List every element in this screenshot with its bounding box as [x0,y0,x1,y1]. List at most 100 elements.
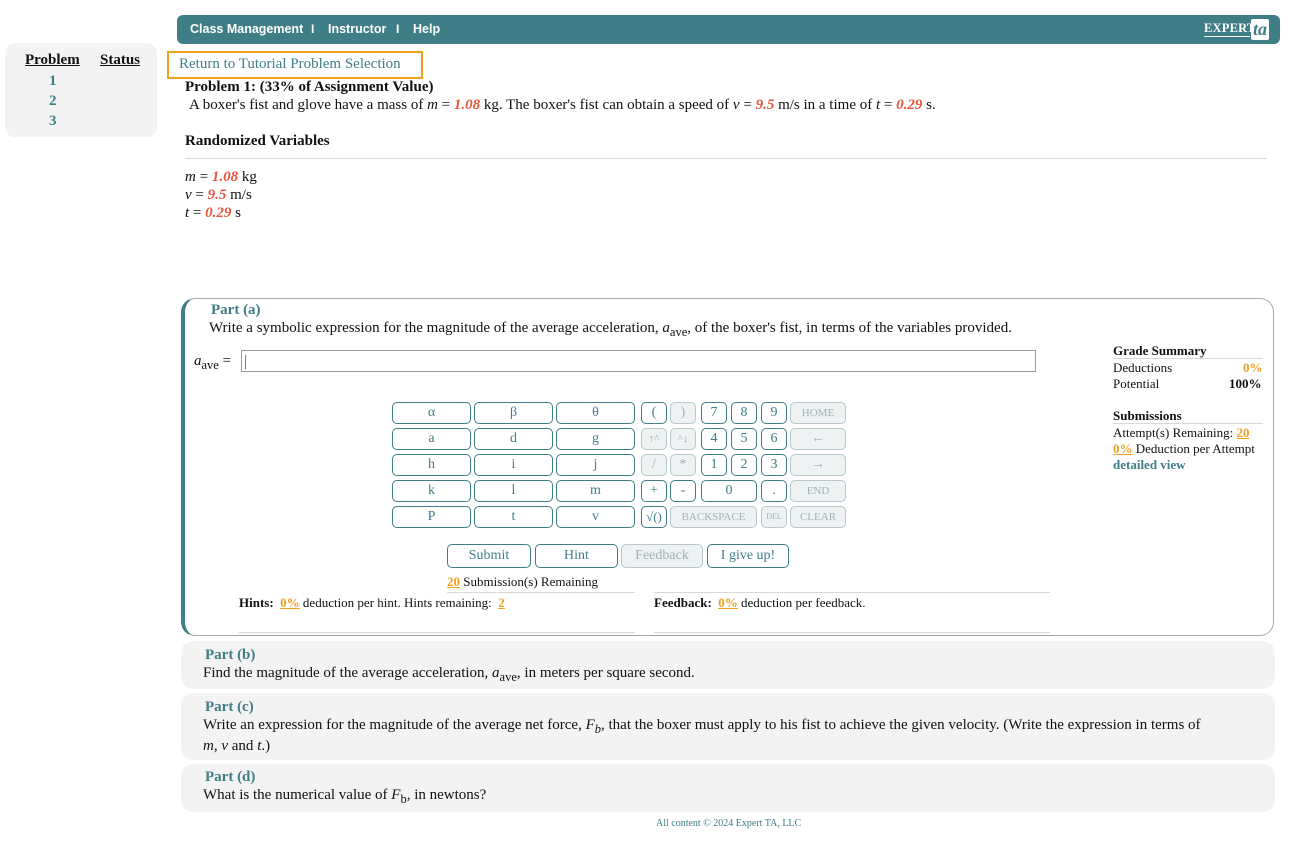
return-to-tutorial-link[interactable]: Return to Tutorial Problem Selection [179,56,401,73]
key-9[interactable]: 9 [761,402,787,424]
part-b-question: Find the magnitude of the average accele… [203,665,695,684]
key-plus[interactable]: + [641,480,667,502]
key-5[interactable]: 5 [731,428,757,450]
key-0[interactable]: 0 [701,480,757,502]
key-a[interactable]: a [392,428,471,450]
feedback-info: Feedback: 0% deduction per feedback. [654,595,866,610]
top-nav-bar: Class Management I Instructor I Help EXP… [177,15,1280,44]
key-clear[interactable]: CLEAR [790,506,846,528]
answer-label: aave = [194,353,232,372]
divider [1113,358,1263,359]
key-decimal[interactable]: . [761,480,787,502]
problem-link-1[interactable]: 1 [49,73,57,90]
deductions-label: Deductions [1113,360,1173,375]
hint-button[interactable]: Hint [535,544,618,568]
key-theta[interactable]: θ [556,402,635,424]
key-m[interactable]: m [556,480,635,502]
key-4[interactable]: 4 [701,428,727,450]
key-2[interactable]: 2 [731,454,757,476]
key-del[interactable]: DEL [761,506,787,528]
nav-separator: I [396,22,400,36]
deduction-per-attempt: 0% Deduction per Attempt [1113,441,1255,456]
potential-value: 100% [1229,376,1262,391]
divider [239,632,635,633]
key-beta[interactable]: β [474,402,553,424]
problem-link-3[interactable]: 3 [49,113,57,130]
part-d-title[interactable]: Part (d) [205,769,255,786]
divider [185,158,1267,159]
key-superscript-up[interactable]: ↑^ [641,428,667,450]
key-home[interactable]: HOME [790,402,846,424]
part-a-question: Write a symbolic expression for the magn… [209,320,1012,339]
key-7[interactable]: 7 [701,402,727,424]
key-6[interactable]: 6 [761,428,787,450]
potential-label: Potential [1113,376,1160,391]
divider [447,592,635,593]
problem-statement: A boxer's fist and glove have a mass of … [189,97,936,113]
key-l[interactable]: l [474,480,553,502]
part-a-title: Part (a) [211,302,261,318]
key-k[interactable]: k [392,480,471,502]
feedback-button[interactable]: Feedback [621,544,703,568]
key-multiply[interactable]: * [670,454,696,476]
key-end[interactable]: END [790,480,846,502]
key-8[interactable]: 8 [731,402,757,424]
problem-list-panel: Problem Status 1 2 3 [5,43,157,137]
key-t[interactable]: t [474,506,553,528]
key-i[interactable]: i [474,454,553,476]
key-paren-close[interactable]: ) [670,402,696,424]
key-g[interactable]: g [556,428,635,450]
key-j[interactable]: j [556,454,635,476]
key-paren-open[interactable]: ( [641,402,667,424]
part-c-question-line2: m, v and t.) [203,738,271,754]
submissions-heading: Submissions [1113,408,1182,423]
key-P[interactable]: P [392,506,471,528]
nav-class-management[interactable]: Class Management [190,22,303,36]
status-column-header: Status [100,52,141,68]
key-alpha[interactable]: α [392,402,471,424]
part-c-question: Write an expression for the magnitude of… [203,717,1201,736]
part-b-title[interactable]: Part (b) [205,647,255,664]
return-link-box[interactable]: Return to Tutorial Problem Selection [167,51,423,79]
nav-separator: I [311,22,315,36]
divider [654,592,1050,593]
key-v[interactable]: v [556,506,635,528]
part-c-title[interactable]: Part (c) [205,699,254,716]
part-d-question: What is the numerical value of Fb, in ne… [203,787,487,806]
key-minus[interactable]: - [670,480,696,502]
problem-link-2[interactable]: 2 [49,93,57,110]
grade-summary-heading: Grade Summary [1113,343,1207,358]
problem-column-header: Problem [25,52,80,68]
submissions-remaining: 20 Submission(s) Remaining [447,574,598,589]
key-1[interactable]: 1 [701,454,727,476]
key-right-arrow-icon[interactable]: → [790,454,846,476]
footer-copyright: All content © 2024 Expert TA, LLC [656,818,802,829]
randomized-var-t: t = 0.29 s [185,205,241,221]
key-divide[interactable]: / [641,454,667,476]
nav-help[interactable]: Help [413,22,440,36]
deductions-value: 0% [1243,360,1263,375]
attempts-remaining: Attempt(s) Remaining: 20 [1113,425,1250,440]
key-sqrt[interactable]: √() [641,506,667,528]
answer-input[interactable] [241,350,1036,372]
nav-instructor[interactable]: Instructor [328,22,386,36]
key-d[interactable]: d [474,428,553,450]
randomized-var-m: m = 1.08 kg [185,169,257,185]
divider [654,632,1050,633]
problem-title: Problem 1: (33% of Assignment Value) [185,79,434,95]
randomized-variables-heading: Randomized Variables [185,133,330,149]
part-a-panel [181,298,1274,636]
give-up-button[interactable]: I give up! [707,544,789,568]
ta-logo-mark: ta [1251,19,1269,40]
key-subscript-down[interactable]: ^↓ [670,428,696,450]
detailed-view-link[interactable]: detailed view [1113,457,1186,473]
key-3[interactable]: 3 [761,454,787,476]
randomized-var-v: v = 9.5 m/s [185,187,252,203]
divider [1113,423,1263,424]
submit-button[interactable]: Submit [447,544,531,568]
key-left-arrow-icon[interactable]: ← [790,428,846,450]
text-caret [245,355,246,369]
key-backspace[interactable]: BACKSPACE [670,506,757,528]
key-h[interactable]: h [392,454,471,476]
hints-info: Hints: 0% deduction per hint. Hints rema… [239,595,505,610]
